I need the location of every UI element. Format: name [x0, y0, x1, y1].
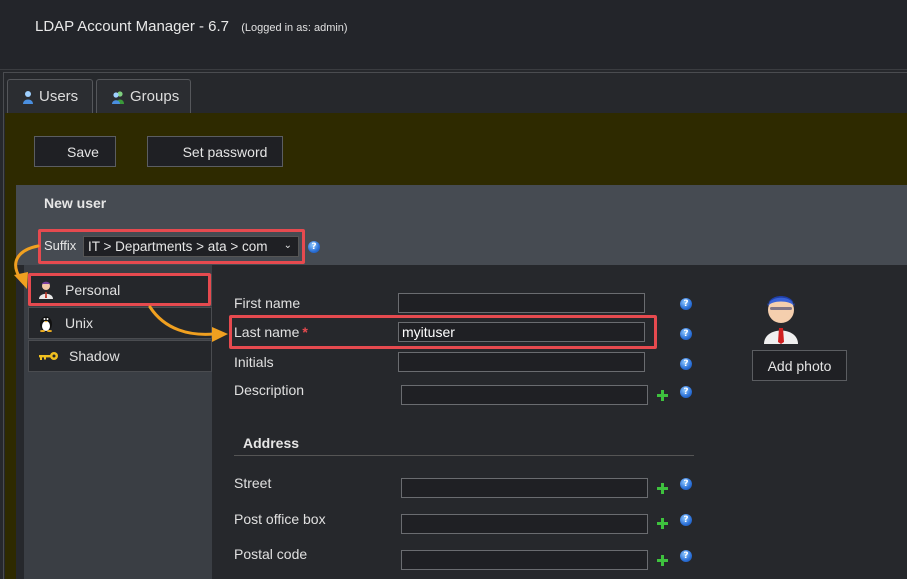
description-input[interactable] — [401, 385, 648, 405]
add-postal-code-plus-icon[interactable] — [657, 555, 668, 566]
initials-label: Initials — [234, 354, 274, 370]
app-title-text: LDAP Account Manager - 6.7 — [35, 18, 230, 35]
save-button[interactable]: Save — [34, 136, 116, 167]
description-label: Description — [234, 382, 305, 398]
street-help-icon[interactable]: ? — [680, 478, 692, 490]
set-password-button[interactable]: Set password — [147, 136, 283, 167]
address-divider — [234, 455, 694, 456]
personal-highlight-box — [28, 273, 211, 306]
add-po-box-plus-icon[interactable] — [657, 518, 668, 529]
tab-groups[interactable]: Groups — [96, 79, 191, 113]
postal-code-label: Postal code — [234, 546, 308, 562]
po-box-input[interactable] — [401, 514, 648, 534]
suffix-help-icon[interactable]: ? — [308, 241, 320, 253]
add-photo-button[interactable]: Add photo — [752, 350, 847, 381]
suffix-highlight-box — [38, 229, 305, 264]
tab-users[interactable]: Users — [7, 79, 93, 113]
tab-users-label: Users — [39, 88, 79, 105]
address-section-title: Address — [243, 435, 300, 451]
last-name-help-icon[interactable]: ? — [680, 328, 692, 340]
initials-input[interactable] — [398, 352, 645, 372]
postal-code-help-icon[interactable]: ? — [680, 550, 692, 562]
groups-icon — [112, 90, 124, 104]
add-description-plus-icon[interactable] — [657, 390, 668, 401]
street-input[interactable] — [401, 478, 648, 498]
tab-groups-label: Groups — [130, 88, 180, 105]
initials-help-icon[interactable]: ? — [680, 358, 692, 370]
po-box-label: Post office box — [234, 511, 326, 527]
login-status: (Logged in as: admin) — [241, 22, 348, 34]
first-name-input[interactable] — [398, 293, 645, 313]
key-icon — [39, 352, 58, 360]
sidebar-item-shadow[interactable]: Shadow — [28, 340, 212, 372]
po-box-help-icon[interactable]: ? — [680, 514, 692, 526]
app-title: LDAP Account Manager - 6.7 (Logged in as… — [35, 18, 348, 35]
first-name-label: First name — [234, 295, 301, 311]
description-help-icon[interactable]: ? — [680, 386, 692, 398]
sidebar-item-unix[interactable]: Unix — [28, 307, 212, 339]
last-name-highlight-box — [229, 315, 657, 349]
panel-title: New user — [44, 195, 107, 211]
postal-code-input[interactable] — [401, 550, 648, 570]
sidebar-item-shadow-label: Shadow — [69, 348, 120, 364]
user-icon — [23, 90, 33, 104]
sidebar-item-unix-label: Unix — [65, 315, 94, 331]
top-bar: LDAP Account Manager - 6.7 (Logged in as… — [0, 0, 907, 70]
first-name-help-icon[interactable]: ? — [680, 298, 692, 310]
street-label: Street — [234, 475, 272, 491]
add-street-plus-icon[interactable] — [657, 483, 668, 494]
tux-penguin-icon — [40, 316, 52, 332]
user-photo-placeholder-icon — [764, 296, 798, 344]
